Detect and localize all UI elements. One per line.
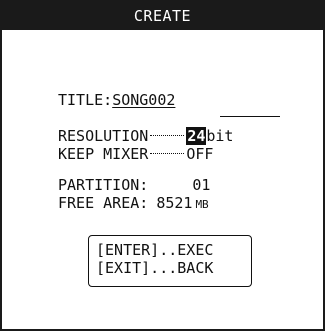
keep-mixer-label: KEEP MIXER xyxy=(58,145,149,163)
enter-exec-hint: [ENTER]..EXEC xyxy=(96,241,214,259)
title-row: TITLE:SONG002 xyxy=(58,92,175,109)
dotted-leader xyxy=(150,152,185,154)
title-underline xyxy=(220,116,280,117)
window-title: CREATE xyxy=(2,2,323,30)
dotted-leader xyxy=(150,134,185,136)
resolution-label: RESOLUTION xyxy=(58,127,149,145)
create-screen: CREATE TITLE:SONG002 RESOLUTION 24bit KEE… xyxy=(0,0,325,331)
title-field[interactable]: SONG002 xyxy=(112,91,175,109)
free-area-row: FREE AREA: 8521 MB xyxy=(58,195,209,213)
free-area-unit: MB xyxy=(195,198,209,211)
resolution-row: RESOLUTION 24bit xyxy=(58,127,234,145)
resolution-unit: bit xyxy=(206,127,234,145)
keep-mixer-row: KEEP MIXER OFF xyxy=(58,146,213,163)
key-help-box: [ENTER]..EXEC [EXIT]...BACK xyxy=(88,235,252,287)
partition-value: 01 xyxy=(192,176,211,194)
free-area-label: FREE AREA: xyxy=(58,194,149,212)
resolution-value[interactable]: 24 xyxy=(186,127,207,145)
free-area-value: 8521 xyxy=(156,194,193,212)
exit-back-hint: [EXIT]...BACK xyxy=(96,259,214,277)
keep-mixer-value[interactable]: OFF xyxy=(186,145,213,163)
partition-label: PARTITION: xyxy=(58,176,149,194)
title-label: TITLE: xyxy=(58,91,113,109)
partition-row: PARTITION: 01 xyxy=(58,177,210,194)
